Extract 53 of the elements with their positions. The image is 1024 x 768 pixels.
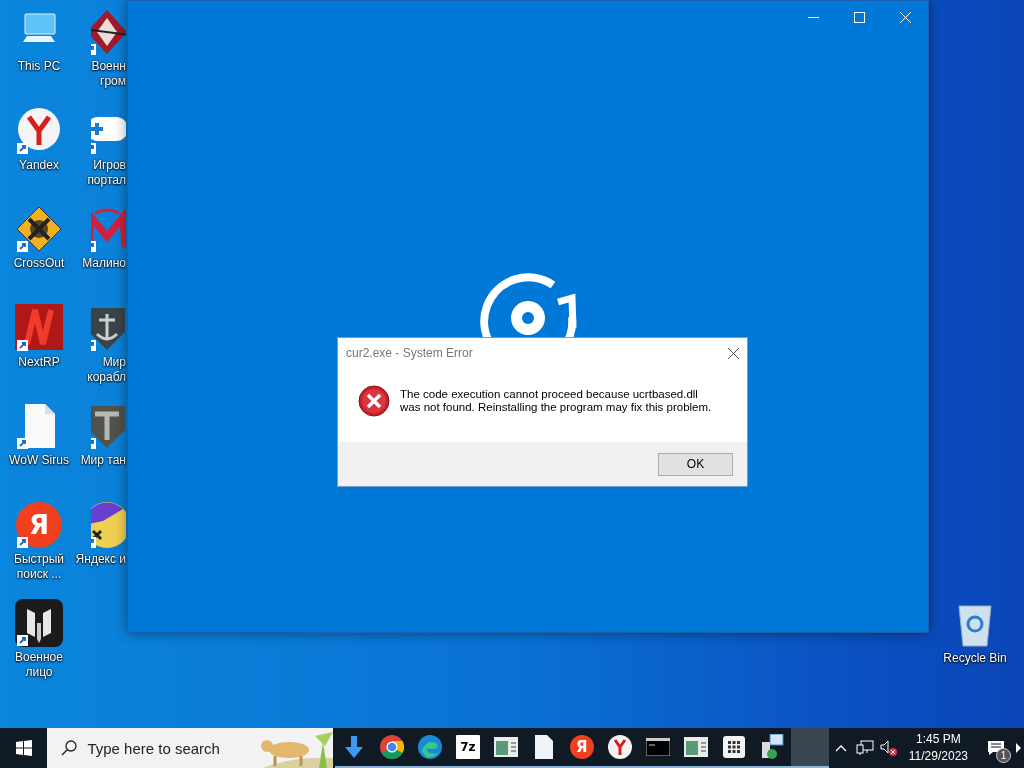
letter-logo-icon: Я — [569, 735, 594, 759]
desktop-icon-label: Мир корабл — [87, 354, 126, 385]
desktop-icon-label: Малино — [82, 256, 126, 271]
desktop-icon-label: NextRP — [18, 354, 60, 370]
notification-count: 1 — [996, 748, 1011, 763]
gate-logo-icon[interactable] — [15, 599, 63, 647]
recycle-bin-icon[interactable] — [955, 602, 995, 648]
clock[interactable]: 1:45 PM 11/29/2023 — [900, 731, 976, 765]
desktop-icon-label: Военное лицо — [15, 650, 63, 680]
y-logo-icon[interactable] — [15, 106, 63, 155]
archiver-icon: 7z — [455, 735, 480, 759]
windows-logo-icon — [15, 740, 32, 756]
terminal-icon — [645, 738, 670, 756]
dialog-title: cur2.exe - System Error — [346, 346, 473, 360]
app-grid-icon — [722, 736, 745, 758]
ok-button[interactable]: OK — [658, 452, 733, 476]
zigzag-logo-icon[interactable] — [91, 205, 126, 253]
window-icon — [493, 737, 518, 757]
desktop-icon-label: Recycle Bin — [943, 651, 1007, 666]
wave-logo-icon — [417, 735, 442, 759]
error-message: The code execution cannot proceed because ucrtbased.dll was not found. Reinstalling the program may fix this problem. — [400, 388, 712, 414]
crossed-sign-icon[interactable] — [15, 205, 63, 253]
search-icon — [61, 740, 78, 756]
maximize-icon — [853, 11, 865, 23]
desktop-icon-label: Мир тан — [80, 453, 126, 468]
window-icon — [683, 737, 708, 757]
desktop-icon-label: Yandex — [19, 157, 59, 173]
desktop-icon-label: Яндекс и — [75, 551, 126, 567]
desktop-icon-label: WoW Sirus — [9, 453, 69, 468]
file-icon — [534, 735, 553, 759]
desktop-icon-label: Быстрый поиск ... — [14, 551, 64, 582]
desktop-icon-label: Военн гром — [91, 59, 126, 89]
down-arrow-icon — [343, 736, 364, 758]
search-field[interactable]: Type here to search — [87, 739, 238, 757]
error-icon — [358, 385, 390, 417]
close-icon[interactable] — [728, 347, 739, 359]
letter-logo-icon[interactable]: Я — [15, 500, 63, 549]
show-desktop-button[interactable] — [1016, 743, 1024, 753]
installer-icon — [759, 734, 784, 760]
desktop-icon-label: CrossOut — [13, 256, 65, 271]
desktop-icon-label: Игров портал — [87, 157, 126, 188]
notification-button[interactable]: 1 — [976, 728, 1016, 768]
close-icon — [899, 11, 911, 23]
chrome-icon — [379, 735, 404, 759]
taskbar-app[interactable] — [790, 728, 829, 768]
search-bar[interactable]: Type here to search — [47, 728, 333, 768]
tile-logo-icon[interactable] — [15, 303, 63, 352]
taskbar-app[interactable]: Я — [562, 728, 601, 768]
clock-date: 11/29/2023 — [908, 748, 968, 765]
y-logo-icon — [607, 735, 632, 759]
taskbar-app[interactable]: 7z — [448, 728, 487, 768]
desktop-icon-label: This PC — [17, 59, 61, 74]
clock-time: 1:45 PM — [916, 731, 961, 748]
